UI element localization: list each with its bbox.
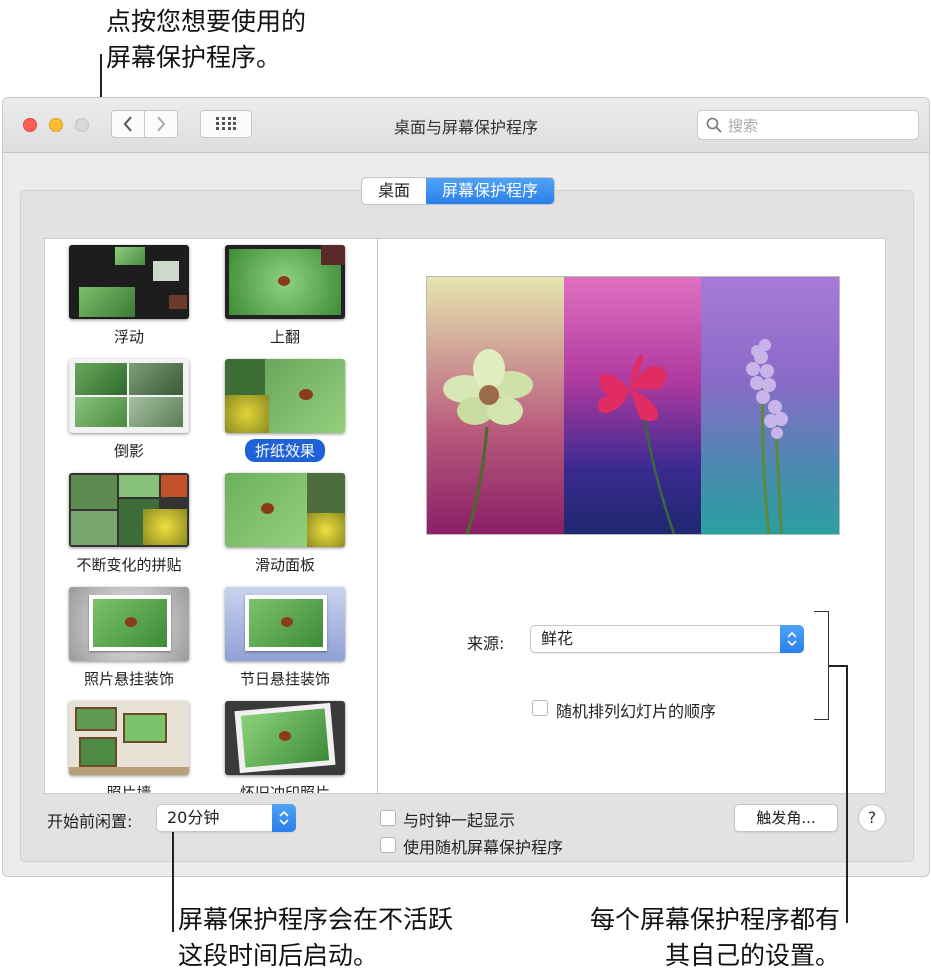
- saver-thumbnail: [69, 701, 189, 775]
- flower-photo-3: [701, 277, 839, 534]
- shuffle-label: 随机排列幻灯片的顺序: [556, 702, 717, 721]
- saver-label: 上翻: [269, 328, 300, 346]
- callout-leader-right-h: [829, 665, 847, 667]
- callout-line-1: 每个屏幕保护程序都有: [589, 905, 840, 934]
- callout-leader-right: [846, 665, 848, 923]
- saver-label: 照片墙: [106, 784, 152, 794]
- saver-thumbnail: [69, 359, 189, 433]
- saver-label: 怀旧冲印照片: [239, 784, 330, 794]
- callout-line-1: 点按您想要使用的: [106, 7, 307, 36]
- flower-photo-2: [564, 277, 701, 534]
- saver-item-photo-mobile[interactable]: 照片悬挂装饰: [59, 587, 199, 690]
- search-placeholder: 搜索: [728, 116, 759, 135]
- saver-item-flip-up[interactable]: 上翻: [215, 245, 355, 348]
- saver-item-shifting-tiles[interactable]: 不断变化的拼贴: [59, 473, 199, 576]
- saver-label: 倒影: [113, 442, 144, 460]
- saver-thumbnail: [225, 587, 345, 661]
- random-saver-label: 使用随机屏幕保护程序: [403, 838, 564, 857]
- search-field[interactable]: 搜索: [697, 110, 919, 140]
- saver-label: 浮动: [113, 328, 144, 346]
- source-popup[interactable]: 鲜花: [530, 625, 804, 653]
- preview-image: [426, 276, 840, 535]
- search-icon: [706, 117, 722, 133]
- help-button[interactable]: ?: [858, 804, 886, 832]
- callout-settings: 每个屏幕保护程序都有 其自己的设置。: [562, 902, 840, 974]
- saver-item-reflections[interactable]: 倒影: [59, 359, 199, 462]
- saver-label: 滑动面板: [254, 556, 315, 574]
- saver-item-holiday-mobile[interactable]: 节日悬挂装饰: [215, 587, 355, 690]
- saver-thumbnail: [225, 701, 345, 775]
- saver-item-vintage-prints[interactable]: 怀旧冲印照片: [215, 701, 355, 794]
- tab-desktop[interactable]: 桌面: [362, 178, 426, 204]
- random-saver-checkbox[interactable]: [380, 837, 396, 853]
- callout-leader-left: [172, 832, 174, 932]
- saver-label: 折纸效果: [244, 439, 325, 462]
- callout-line-1: 屏幕保护程序会在不活跃: [178, 905, 454, 934]
- callout-idle-time: 屏幕保护程序会在不活跃 这段时间后启动。: [178, 902, 453, 974]
- callout-line-2: 这段时间后启动。: [178, 941, 379, 970]
- saver-label: 照片悬挂装饰: [83, 670, 174, 688]
- saver-item-floating[interactable]: 浮动: [59, 245, 199, 348]
- saver-thumbnail: [69, 245, 189, 319]
- tab-screensaver[interactable]: 屏幕保护程序: [426, 178, 555, 204]
- saver-thumbnail: [69, 473, 189, 547]
- source-label: 来源:: [467, 634, 505, 653]
- saver-item-sliding-panels[interactable]: 滑动面板: [215, 473, 355, 576]
- hot-corners-button[interactable]: 触发角...: [734, 804, 838, 832]
- flower-photo-1: [427, 277, 564, 534]
- saver-label: 不断变化的拼贴: [76, 556, 182, 574]
- saver-thumbnail: [225, 473, 345, 547]
- source-value: 鲜花: [541, 629, 574, 648]
- tab-control: 桌面 屏幕保护程序: [361, 177, 556, 205]
- callout-choose-saver: 点按您想要使用的 屏幕保护程序。: [106, 4, 306, 76]
- settings-bracket: [814, 611, 829, 720]
- show-clock-label: 与时钟一起显示: [403, 811, 516, 830]
- saver-thumbnail: [225, 359, 345, 433]
- title-bar: 桌面与屏幕保护程序 搜索: [3, 98, 929, 153]
- saver-label: 节日悬挂装饰: [239, 670, 330, 688]
- idle-value: 20分钟: [167, 808, 220, 827]
- idle-popup[interactable]: 20分钟: [156, 804, 296, 832]
- saver-thumbnail: [69, 587, 189, 661]
- idle-label: 开始前闲置:: [47, 812, 133, 831]
- callout-line-2: 屏幕保护程序。: [106, 43, 282, 72]
- shuffle-checkbox[interactable]: [532, 700, 548, 716]
- callout-line-2: 其自己的设置。: [664, 941, 840, 970]
- saver-item-photo-wall[interactable]: 照片墙: [59, 701, 199, 794]
- preferences-window: 桌面与屏幕保护程序 搜索 桌面 屏幕保护程序 浮动 上翻 倒影 折纸效果 不断变…: [2, 97, 930, 877]
- screensaver-list[interactable]: 浮动 上翻 倒影 折纸效果 不断变化的拼贴 滑动面板 照片悬挂装饰 节日悬挂装饰…: [44, 238, 378, 794]
- show-clock-checkbox[interactable]: [380, 810, 396, 826]
- saver-thumbnail: [225, 245, 345, 319]
- updown-icon: [780, 625, 804, 653]
- updown-icon: [272, 804, 296, 832]
- saver-item-origami[interactable]: 折纸效果: [215, 359, 355, 462]
